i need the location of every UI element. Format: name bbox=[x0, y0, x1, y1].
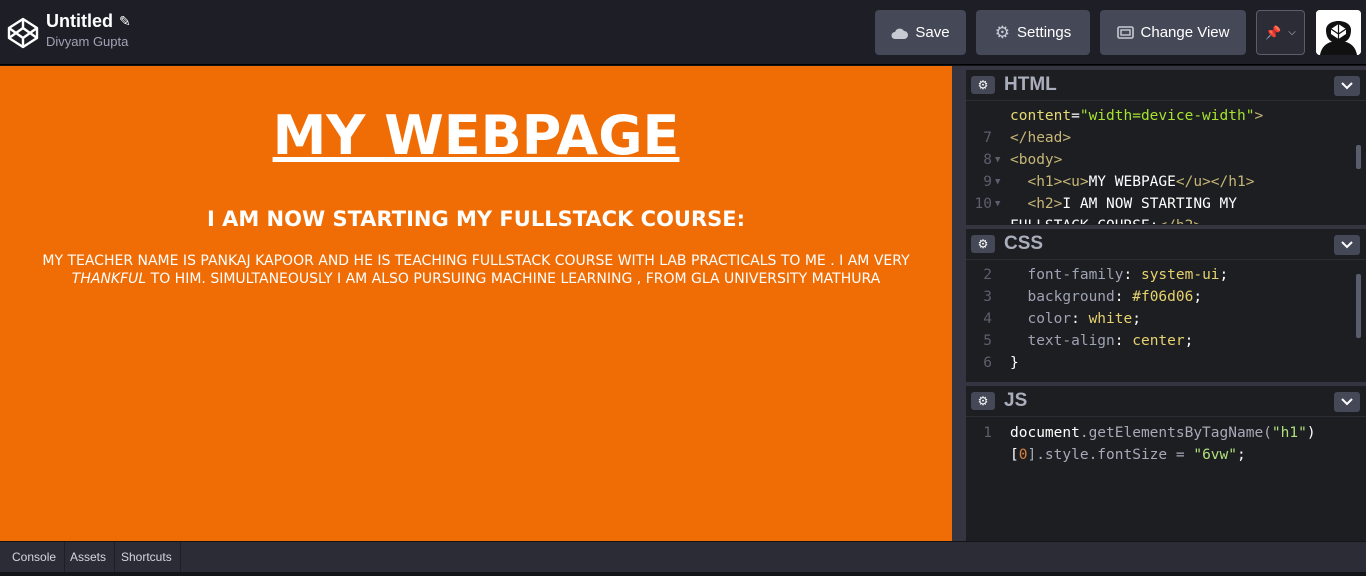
html-collapse-chevron-icon[interactable] bbox=[1334, 76, 1360, 96]
save-button[interactable]: Save bbox=[875, 10, 966, 55]
user-avatar[interactable] bbox=[1316, 10, 1361, 55]
code-line: 1 document .getElementsByTagName("h1") bbox=[983, 425, 1316, 441]
author-name[interactable]: Divyam Gupta bbox=[46, 34, 131, 49]
console-tab[interactable]: Console bbox=[4, 542, 66, 572]
js-code[interactable]: 1 document .getElementsByTagName("h1") [0… bbox=[966, 422, 1366, 466]
html-editor-title: HTML bbox=[1004, 74, 1057, 95]
css-editor: ⚙ CSS 2 font-family: system-ui; 3 backgr… bbox=[966, 225, 1366, 382]
css-scrollbar[interactable] bbox=[1356, 274, 1361, 338]
pin-icon: 📌 bbox=[1265, 24, 1282, 40]
code-line: 9 ▼ <h1><u> MY WEBPAGE </u></h1> bbox=[966, 171, 1366, 193]
change-view-button[interactable]: Change View bbox=[1100, 10, 1246, 55]
css-collapse-chevron-icon[interactable] bbox=[1334, 235, 1360, 255]
code-line: content = "width=device-width" > bbox=[1010, 108, 1264, 124]
code-line: 6 } bbox=[983, 355, 1019, 371]
fold-arrow-icon[interactable]: ▼ bbox=[992, 193, 1010, 215]
status-strip bbox=[0, 572, 1366, 576]
code-line: 2 font-family: system-ui; bbox=[983, 267, 1229, 283]
code-line: 5 text-align: center; bbox=[983, 333, 1194, 349]
code-line: 7 </head> bbox=[983, 130, 1072, 146]
js-collapse-chevron-icon[interactable] bbox=[1334, 392, 1360, 412]
js-editor-header: ⚙ JS bbox=[966, 386, 1366, 417]
pin-dropdown-button[interactable]: 📌 ⌵ bbox=[1256, 10, 1305, 55]
change-view-label: Change View bbox=[1140, 24, 1230, 41]
shortcuts-tab[interactable]: Shortcuts bbox=[113, 542, 181, 572]
gear-icon: ⚙ bbox=[994, 22, 1011, 42]
bottom-bar: Console Assets Shortcuts bbox=[0, 541, 1366, 576]
css-editor-header: ⚙ CSS bbox=[966, 229, 1366, 260]
html-settings-gear-icon[interactable]: ⚙ bbox=[971, 76, 995, 94]
avatar-icon bbox=[1316, 10, 1361, 55]
css-code[interactable]: 2 font-family: system-ui; 3 background: … bbox=[966, 264, 1366, 374]
preview-heading: MY WEBPAGE bbox=[272, 104, 680, 167]
code-line: 4 color: white; bbox=[983, 311, 1141, 327]
codepen-logo-icon[interactable] bbox=[6, 16, 40, 50]
project-info: Untitled ✎ Divyam Gupta bbox=[46, 11, 131, 49]
js-editor-title: JS bbox=[1004, 390, 1028, 411]
save-label: Save bbox=[915, 24, 950, 41]
html-editor: ⚙ HTML content = "width=device-width" > 7 <… bbox=[966, 66, 1366, 224]
code-line: [0].style.fontSize = "6vw"; bbox=[1010, 447, 1246, 463]
cloud-icon bbox=[891, 28, 909, 39]
paragraph-emphasis: THANKFUL bbox=[71, 271, 147, 287]
fold-arrow-icon[interactable]: ▼ bbox=[992, 149, 1010, 171]
paragraph-text-1: MY TEACHER NAME IS PANKAJ KAPOOR AND HE … bbox=[42, 253, 910, 269]
project-title[interactable]: Untitled bbox=[46, 11, 113, 32]
assets-tab[interactable]: Assets bbox=[62, 542, 116, 572]
settings-label: Settings bbox=[1017, 24, 1072, 41]
code-line: 3 background: #f06d06; bbox=[983, 289, 1203, 305]
preview-subheading: I AM NOW STARTING MY FULLSTACK COURSE: bbox=[206, 207, 746, 231]
preview-paragraph: MY TEACHER NAME IS PANKAJ KAPOOR AND HE … bbox=[16, 252, 936, 288]
top-bar: Untitled ✎ Divyam Gupta Save ⚙ Settings … bbox=[0, 0, 1366, 65]
fold-arrow-icon[interactable]: ▼ bbox=[992, 171, 1010, 193]
editor-column: ⚙ HTML content = "width=device-width" > 7 <… bbox=[966, 66, 1366, 541]
paragraph-text-2: TO HIM. SIMULTANEOUSLY I AM ALSO PURSUIN… bbox=[150, 271, 881, 287]
html-scrollbar[interactable] bbox=[1356, 145, 1361, 169]
html-editor-header: ⚙ HTML bbox=[966, 70, 1366, 101]
code-line: FULLSTACK COURSE:</h2> bbox=[966, 215, 1366, 224]
code-line: 8 ▼ <body> bbox=[966, 149, 1366, 171]
css-editor-title: CSS bbox=[1004, 233, 1044, 254]
html-code[interactable]: content = "width=device-width" > 7 </head> … bbox=[966, 105, 1366, 224]
code-line: 10 ▼ <h2> I AM NOW STARTING MY bbox=[966, 193, 1366, 215]
edit-pencil-icon[interactable]: ✎ bbox=[119, 13, 131, 30]
resize-handle[interactable] bbox=[952, 66, 966, 541]
layout-view-icon bbox=[1116, 26, 1134, 39]
settings-button[interactable]: ⚙ Settings bbox=[976, 10, 1090, 55]
result-preview: MY WEBPAGE I AM NOW STARTING MY FULLSTAC… bbox=[0, 66, 952, 541]
js-editor: ⚙ JS 1 document .getElementsByTagName("h1… bbox=[966, 382, 1366, 541]
js-settings-gear-icon[interactable]: ⚙ bbox=[971, 392, 995, 410]
chevron-down-icon: ⌵ bbox=[1288, 27, 1296, 38]
css-settings-gear-icon[interactable]: ⚙ bbox=[971, 235, 995, 253]
